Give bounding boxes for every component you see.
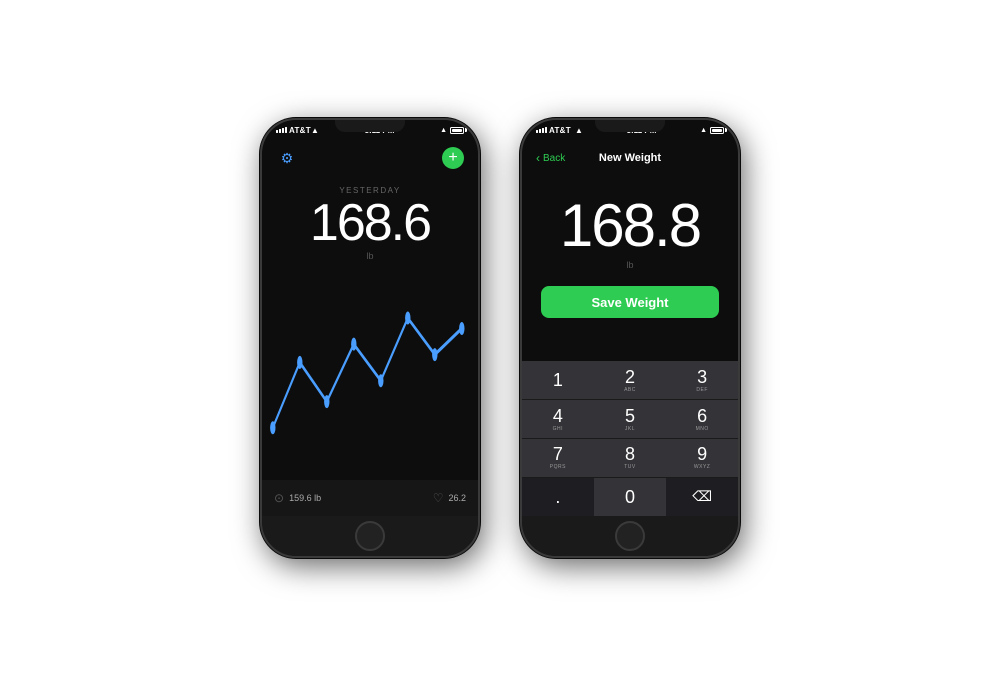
main-content-1: YESTERDAY 168.6 lb [262, 176, 478, 480]
phone-1-screen: AT&T ▲ 5:11 PM ▲ ⚙ + YESTERDAY 168.6 lb [262, 120, 478, 556]
battery-icon-1 [450, 127, 464, 134]
key-5[interactable]: 5 JKL [594, 400, 666, 438]
nav-title: New Weight [599, 152, 661, 164]
key-dot[interactable]: . [522, 478, 594, 516]
weight-value-1: 168.6 [310, 197, 430, 249]
phone-2-screen: AT&T ▲ 5:11 PM ▲ ‹ Back New Weight 168.8… [522, 120, 738, 556]
weight-unit-2: lb [626, 260, 633, 270]
key-backspace[interactable]: ⌫ [666, 478, 738, 516]
wifi-icon-2: ▲ [575, 126, 583, 135]
wifi-icon-1: ▲ [311, 126, 319, 135]
bmi-value: 26.2 [448, 493, 466, 503]
key-2[interactable]: 2 ABC [594, 361, 666, 399]
carrier-1 [276, 127, 287, 133]
time-2: 5:11 PM [627, 126, 657, 135]
home-button-area-2 [522, 516, 738, 556]
key-8[interactable]: 8 TUV [594, 439, 666, 477]
carrier-text-2: AT&T [549, 126, 571, 135]
key-1[interactable]: 1 [522, 361, 594, 399]
signal-arrow-1: ▲ [440, 127, 447, 134]
signal-bars-2 [536, 127, 547, 133]
phone-2: AT&T ▲ 5:11 PM ▲ ‹ Back New Weight 168.8… [520, 118, 740, 558]
nav-bar-1: ⚙ + [262, 140, 478, 176]
status-bar-2: AT&T ▲ 5:11 PM ▲ [522, 120, 738, 140]
battery-icon-2 [710, 127, 724, 134]
home-button-area-1 [262, 516, 478, 556]
key-7[interactable]: 7 PQRS [522, 439, 594, 477]
chart-svg [262, 271, 478, 480]
weight-history-value: 159.6 lb [289, 493, 321, 503]
key-6[interactable]: 6 MNO [666, 400, 738, 438]
weight-value-2: 168.8 [560, 196, 700, 256]
toolbar-weight-history[interactable]: ⊙ 159.6 lb [274, 491, 321, 505]
key-3[interactable]: 3 DEF [666, 361, 738, 399]
battery-area-2: ▲ [700, 127, 724, 134]
save-weight-button[interactable]: Save Weight [541, 286, 718, 318]
carrier-text-1: AT&T [289, 126, 311, 135]
status-bar-1: AT&T ▲ 5:11 PM ▲ [262, 120, 478, 140]
history-icon: ⊙ [274, 491, 284, 505]
settings-button[interactable]: ⚙ [276, 147, 298, 169]
signal-arrow-2: ▲ [700, 127, 707, 134]
nav-bar-2: ‹ Back New Weight [522, 140, 738, 176]
back-label: Back [543, 153, 565, 164]
weight-unit-1: lb [366, 251, 373, 261]
back-button[interactable]: ‹ Back [536, 151, 565, 165]
time-1: 5:11 PM [365, 126, 395, 135]
weight-chart [262, 271, 478, 480]
keypad: 1 2 ABC 3 DEF 4 GHI 5 JKL 6 MNO [522, 361, 738, 516]
key-9[interactable]: 9 WXYZ [666, 439, 738, 477]
bottom-toolbar: ⊙ 159.6 lb ♡ 26.2 [262, 480, 478, 516]
main-content-2: 168.8 lb Save Weight [522, 176, 738, 361]
health-icon: ♡ [433, 491, 444, 505]
home-button-1[interactable] [355, 521, 385, 551]
chevron-left-icon: ‹ [536, 151, 540, 165]
battery-area-1: ▲ [440, 127, 464, 134]
toolbar-bmi[interactable]: ♡ 26.2 [433, 491, 466, 505]
phone-1: AT&T ▲ 5:11 PM ▲ ⚙ + YESTERDAY 168.6 lb [260, 118, 480, 558]
key-0[interactable]: 0 [594, 478, 666, 516]
add-button[interactable]: + [442, 147, 464, 169]
backspace-icon: ⌫ [692, 488, 712, 505]
key-4[interactable]: 4 GHI [522, 400, 594, 438]
home-button-2[interactable] [615, 521, 645, 551]
